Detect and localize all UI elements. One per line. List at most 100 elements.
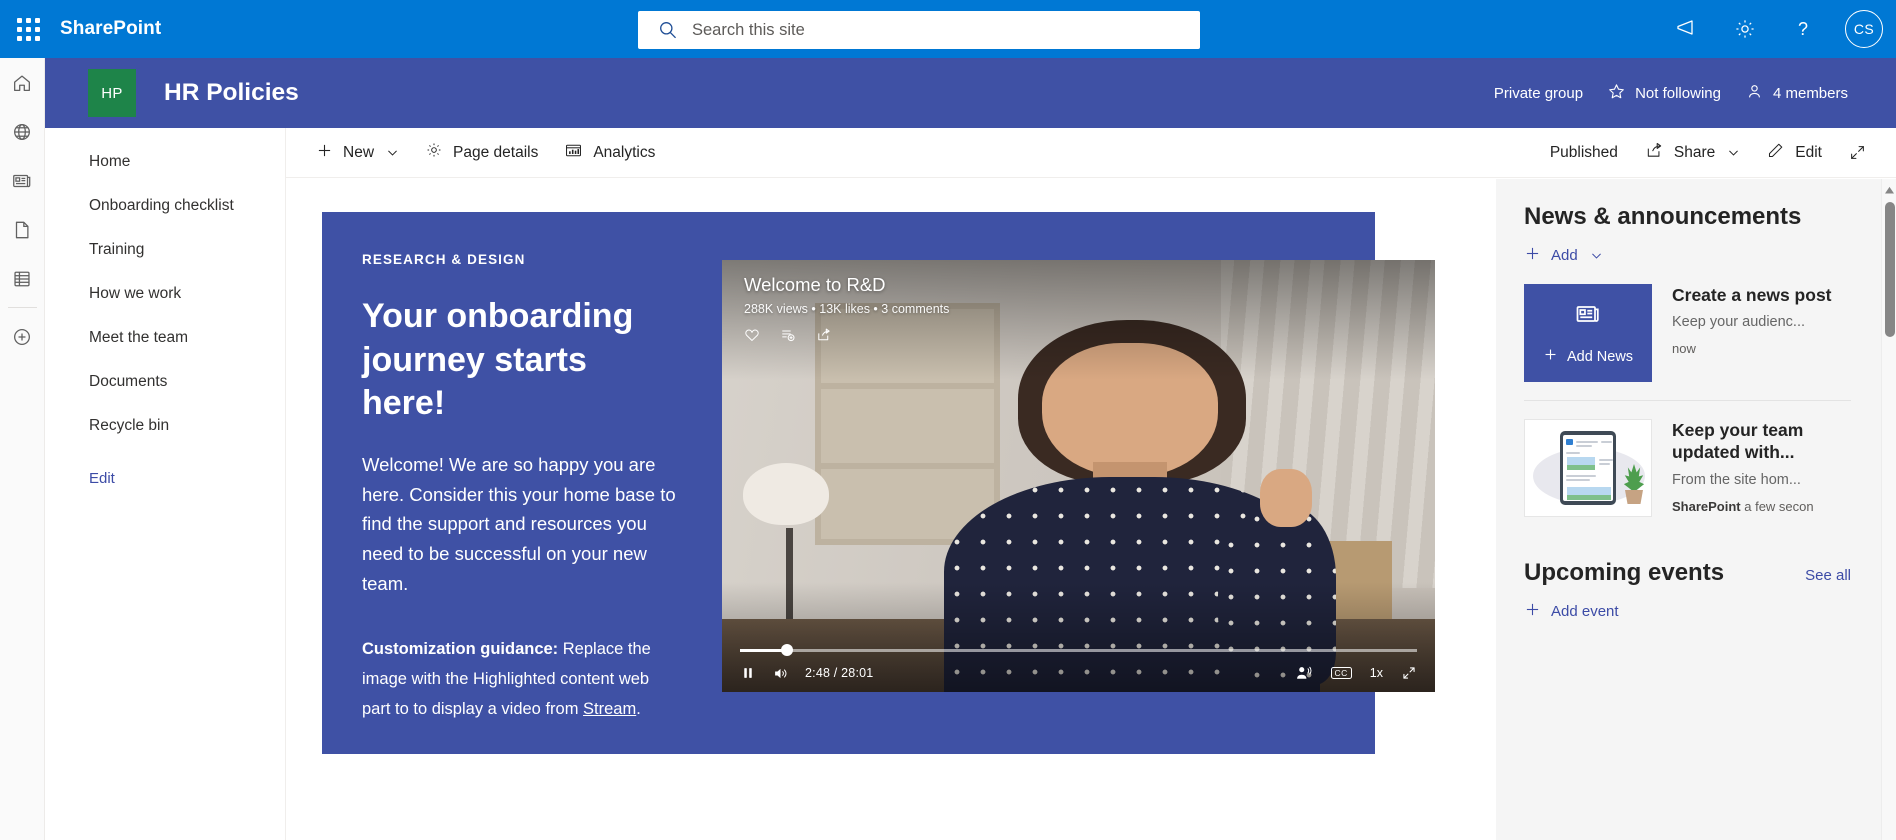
news-item-thumbnail[interactable] [1524,419,1652,517]
search-box[interactable] [638,11,1200,49]
nav-item-home[interactable]: Home [45,140,285,184]
video-right-controls: CC 1x [1295,664,1417,682]
gear-icon [425,141,443,164]
pencil-icon [1766,141,1785,165]
nav-item-documents[interactable]: Documents [45,360,285,404]
hero-note-end: . [636,699,641,718]
video-time: 2:48 / 28:01 [805,666,874,680]
page-icon[interactable] [0,205,45,254]
page-details-label: Page details [453,143,539,161]
share-button[interactable]: Share [1632,128,1753,178]
members-button[interactable]: 4 members [1733,74,1860,113]
heart-icon[interactable] [744,327,760,343]
video-title: Welcome to R&D [744,274,886,295]
news-heading-text: News & announcements [1524,203,1802,230]
avatar[interactable]: CS [1832,0,1896,58]
rail-divider [7,307,37,308]
analytics-icon [564,141,583,165]
app-rail [0,58,45,840]
events-heading: Upcoming events See all [1524,559,1851,587]
nav-edit-link[interactable]: Edit [45,458,285,498]
news-item-second: Keep your team updated with... From the … [1524,419,1851,517]
analytics-button[interactable]: Analytics [551,128,668,178]
command-bar-right: Published Share Edit [1536,128,1896,178]
new-button[interactable]: New [303,128,412,178]
news-item-time: now [1672,341,1696,357]
page-scrollbar[interactable] [1881,179,1896,840]
news-item-footer: SharePoint a few secon [1672,499,1851,514]
chevron-down-icon [1590,249,1603,262]
video-meta: 288K views • 13K likes • 3 comments [744,302,950,316]
nav-item-how-we-work[interactable]: How we work [45,272,285,316]
share-icon [1645,141,1664,165]
fullscreen-icon[interactable] [1401,665,1417,681]
events-heading-text: Upcoming events [1524,559,1725,586]
lists-icon[interactable] [0,254,45,303]
news-icon [1574,300,1602,333]
nav-item-recycle-bin[interactable]: Recycle bin [45,404,285,448]
full-screen-icon[interactable] [1835,128,1880,178]
captions-icon[interactable]: CC [1330,666,1352,680]
edit-button[interactable]: Edit [1753,128,1835,178]
hero-note: Customization guidance: Replace the imag… [362,635,678,724]
create-icon[interactable] [0,312,45,361]
suite-bar: SharePoint ? CS [0,0,1896,58]
gear-icon[interactable] [1716,0,1774,58]
chevron-down-icon [1727,146,1740,159]
hero-heading: Your onboarding journey starts here! [362,297,634,423]
command-bar: New Page details Analytics Published Sha… [286,128,1896,178]
news-item-title[interactable]: Keep your team updated with... [1672,419,1851,464]
privacy-text: Private group [1493,84,1584,102]
plus-icon [1524,245,1541,266]
stream-link[interactable]: Stream [583,700,636,718]
privacy-label: Private group [1482,77,1595,110]
news-icon[interactable] [0,156,45,205]
new-label: New [343,143,375,161]
left-navigation: Home Onboarding checklist Training How w… [45,128,286,840]
scroll-up-icon[interactable] [1882,183,1896,197]
app-launcher-icon[interactable] [0,0,56,58]
nav-item-meet-the-team[interactable]: Meet the team [45,316,285,360]
page-details-button[interactable]: Page details [412,128,551,178]
add-news-link[interactable]: Add [1524,245,1851,266]
home-icon[interactable] [0,58,45,107]
megaphone-icon[interactable] [1658,0,1716,58]
follow-button[interactable]: Not following [1595,74,1733,113]
edit-label: Edit [1795,143,1822,161]
news-item-author: SharePoint [1672,498,1741,514]
globe-icon[interactable] [0,107,45,156]
noise-suppression-icon[interactable] [1295,664,1313,682]
site-header-actions: Private group Not following 4 members [1482,74,1896,113]
hero-text-column: RESEARCH & DESIGN Your onboarding journe… [322,212,722,754]
playback-speed-button[interactable]: 1x [1370,666,1383,680]
add-news-tile-label: Add News [1566,348,1634,365]
search-input[interactable] [692,11,1200,49]
plus-icon [1524,601,1541,622]
nav-item-onboarding-checklist[interactable]: Onboarding checklist [45,184,285,228]
news-item-footer: now [1672,341,1851,356]
video-player[interactable]: Welcome to R&D 288K views • 13K likes • … [722,260,1435,692]
pause-icon[interactable] [740,665,756,681]
suite-brand[interactable]: SharePoint [60,18,161,40]
avatar-initials: CS [1845,10,1883,48]
help-icon[interactable]: ? [1774,0,1832,58]
video-scrubber[interactable] [740,642,1417,658]
hero-web-part: RESEARCH & DESIGN Your onboarding journe… [322,212,1435,754]
news-item-title[interactable]: Create a news post [1672,284,1851,306]
site-logo: HP [88,69,136,117]
plus-icon [1543,347,1558,366]
add-news-tile[interactable]: Add News [1524,284,1652,382]
hero-paragraph: Welcome! We are so happy you are here. C… [362,453,676,595]
share-icon[interactable] [816,327,832,343]
add-to-playlist-icon[interactable] [780,327,796,343]
site-title[interactable]: HR Policies [164,79,299,107]
plus-icon [316,142,333,164]
scrollbar-thumb[interactable] [1884,202,1895,337]
add-label: Add [1551,247,1578,264]
news-item-description: Keep your audienc... [1672,314,1806,331]
add-event-link[interactable]: Add event [1524,601,1851,622]
nav-item-training[interactable]: Training [45,228,285,272]
volume-icon[interactable] [772,665,789,682]
video-control-row: 2:48 / 28:01 CC 1x [740,664,1417,682]
events-see-all-link[interactable]: See all [1805,567,1851,584]
